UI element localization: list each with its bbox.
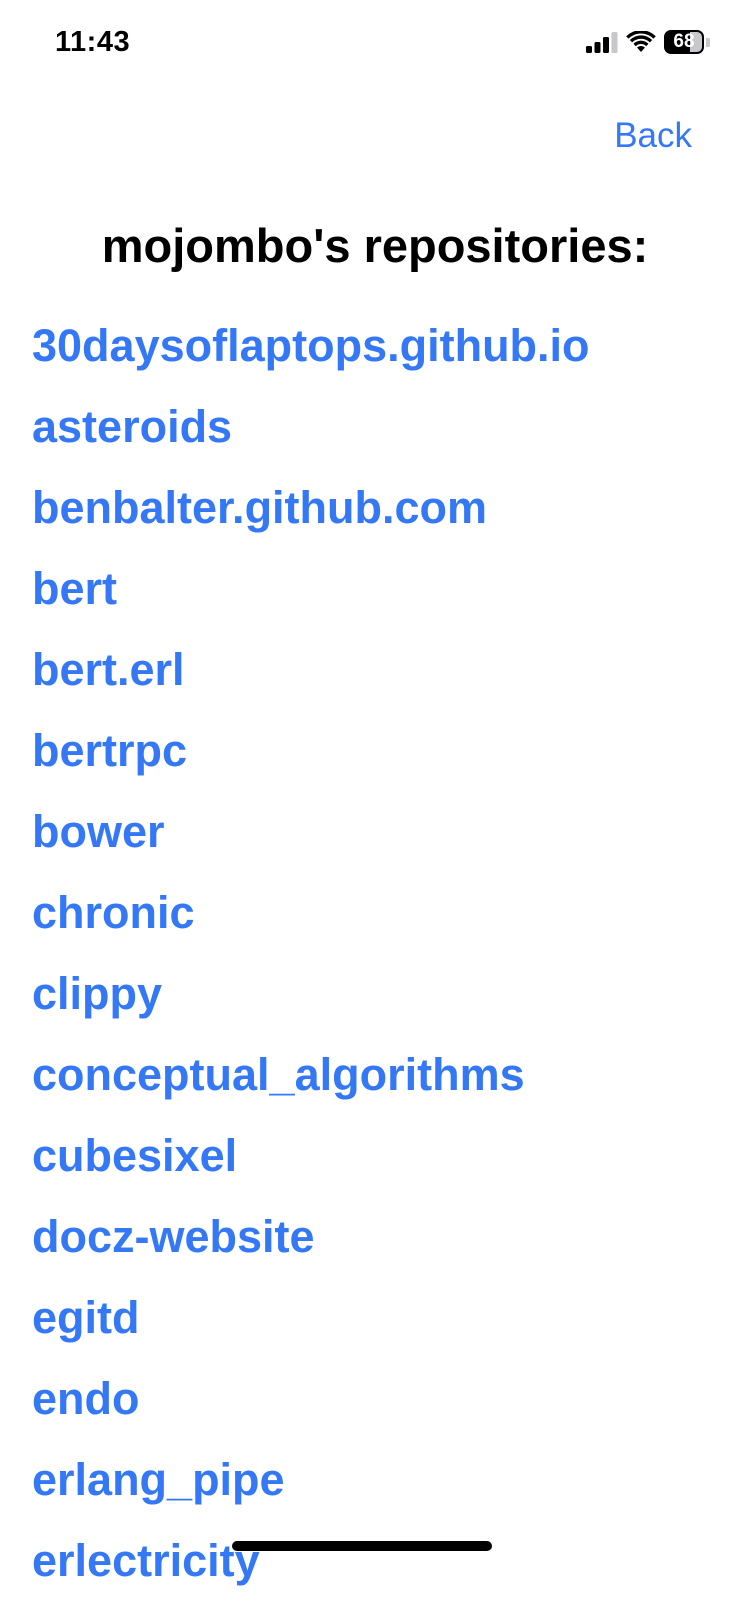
repository-link[interactable]: bertrpc <box>32 717 590 798</box>
status-time: 11:43 <box>55 26 131 58</box>
wifi-icon <box>626 31 656 53</box>
repository-link[interactable]: clippy <box>32 960 590 1041</box>
repository-link[interactable]: chronic <box>32 879 590 960</box>
repository-link[interactable]: bower <box>32 798 590 879</box>
repository-link[interactable]: erlang_pipe <box>32 1446 590 1527</box>
status-bar: 11:43 68 <box>0 0 750 90</box>
back-button[interactable]: Back <box>614 116 692 156</box>
battery-cap <box>706 37 710 47</box>
battery-body: 68 <box>664 30 704 54</box>
repository-link[interactable]: bert.erl <box>32 636 590 717</box>
repository-link[interactable]: bert <box>32 555 590 636</box>
repository-link[interactable]: endo <box>32 1365 590 1446</box>
signal-icon <box>586 31 618 53</box>
battery-icon: 68 <box>664 30 710 54</box>
repository-link[interactable]: egitd <box>32 1284 590 1365</box>
battery-percentage: 68 <box>673 31 695 52</box>
home-indicator[interactable] <box>232 1541 492 1551</box>
repository-list: 30daysoflaptops.github.io asteroids benbal… <box>32 312 590 1608</box>
repository-link[interactable]: benbalter.github.com <box>32 474 590 555</box>
repository-link[interactable]: cubesixel <box>32 1122 590 1203</box>
page-title: mojombo's repositories: <box>101 219 649 272</box>
repository-link[interactable]: 30daysoflaptops.github.io <box>32 312 590 393</box>
repository-link[interactable]: erlectricity <box>32 1527 590 1608</box>
repository-link[interactable]: conceptual_algorithms <box>32 1041 590 1122</box>
repository-link[interactable]: asteroids <box>32 393 590 474</box>
repository-link[interactable]: docz-website <box>32 1203 590 1284</box>
status-icons: 68 <box>586 30 710 54</box>
